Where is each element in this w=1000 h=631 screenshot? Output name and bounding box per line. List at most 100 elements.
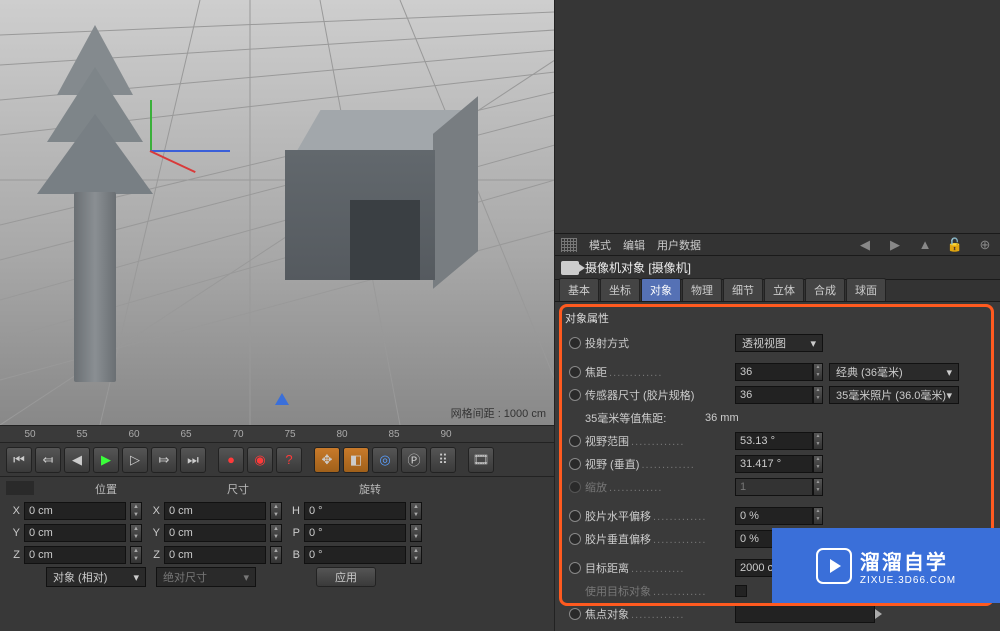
anim-dot[interactable] — [569, 533, 581, 545]
position-mode-dropdown[interactable]: 对象 (相对)▾ — [46, 567, 146, 587]
use-target-checkbox[interactable] — [735, 585, 747, 597]
focal-preset-dropdown[interactable]: 经典 (36毫米)▾ — [829, 363, 959, 381]
spinner[interactable]: ▲▼ — [270, 546, 282, 564]
object-title-row: 摄像机对象 [摄像机] — [555, 256, 1000, 280]
grid-icon — [561, 238, 577, 252]
equiv-focal-value: 36 mm — [703, 412, 739, 424]
tab-basic[interactable]: 基本 — [559, 278, 599, 301]
rot-h-input[interactable] — [304, 502, 406, 520]
size-z-input[interactable] — [164, 546, 266, 564]
keyframe-options-button[interactable]: ? — [276, 447, 302, 473]
spinner[interactable]: ▲▼ — [270, 502, 282, 520]
tab-details[interactable]: 细节 — [723, 278, 763, 301]
autokey-button[interactable]: ◉ — [247, 447, 273, 473]
anim-dot[interactable] — [569, 608, 581, 620]
render-button[interactable]: 🎞 — [468, 447, 494, 473]
attribute-tabs: 基本 坐标 对象 物理 细节 立体 合成 球面 — [555, 280, 1000, 302]
anim-dot[interactable] — [569, 458, 581, 470]
anim-dot[interactable] — [569, 389, 581, 401]
anim-dot[interactable] — [569, 337, 581, 349]
spinner[interactable]: ▲▼ — [130, 502, 142, 520]
section-title: 对象属性 — [565, 310, 994, 326]
apply-button[interactable]: 应用 — [316, 567, 376, 587]
tab-stereo[interactable]: 立体 — [764, 278, 804, 301]
nav-up-icon[interactable]: ▲ — [916, 237, 934, 253]
rotate-tool-button[interactable]: ◎ — [372, 447, 398, 473]
spinner[interactable]: ▲▼ — [813, 455, 823, 473]
prev-frame-button[interactable]: ◀ — [64, 447, 90, 473]
timeline-ruler[interactable]: 50 55 60 65 70 75 80 85 90 — [0, 425, 554, 443]
focal-length-input[interactable] — [735, 363, 813, 381]
focus-object-input[interactable] — [735, 605, 875, 623]
camera-icon — [561, 261, 579, 275]
goto-first-button[interactable]: ⏮ — [6, 447, 32, 473]
pos-z-input[interactable] — [24, 546, 126, 564]
goto-last-button[interactable]: ⏭ — [180, 447, 206, 473]
rot-p-input[interactable] — [304, 524, 406, 542]
sensor-size-input[interactable] — [735, 386, 813, 404]
play-button[interactable]: ▶ — [93, 447, 119, 473]
grid-spacing-label: 网格间距 : 1000 cm — [451, 405, 546, 421]
spinner[interactable]: ▲▼ — [410, 546, 422, 564]
projection-dropdown[interactable]: 透视视图▾ — [735, 334, 823, 352]
rot-b-input[interactable] — [304, 546, 406, 564]
tab-composite[interactable]: 合成 — [805, 278, 845, 301]
playback-bar: ⏮ ⤆ ◀ ▶ ▷ ⤇ ⏭ ● ◉ ? ✥ ◧ ◎ Ⓟ ⠿ 🎞 — [0, 443, 554, 477]
move-tool-button[interactable]: ✥ — [314, 447, 340, 473]
viewport-cursor-icon — [275, 393, 289, 405]
fov-v-input[interactable] — [735, 455, 813, 473]
lock-icon[interactable]: 🔓 — [946, 237, 964, 253]
attribute-header: 模式 编辑 用户数据 ◀ ▶ ▲ 🔓 ⊕ — [555, 234, 1000, 256]
menu-userdata[interactable]: 用户数据 — [657, 237, 701, 253]
pos-x-input[interactable] — [24, 502, 126, 520]
spinner[interactable]: ▲▼ — [270, 524, 282, 542]
spinner[interactable]: ▲▼ — [130, 546, 142, 564]
film-offset-h-input[interactable] — [735, 507, 813, 525]
next-frame-button[interactable]: ▷ — [122, 447, 148, 473]
menu-edit[interactable]: 编辑 — [623, 237, 645, 253]
object-title: 摄像机对象 [摄像机] — [585, 259, 691, 276]
size-mode-dropdown[interactable]: 绝对尺寸▾ — [156, 567, 256, 587]
tab-object[interactable]: 对象 — [641, 278, 681, 301]
next-key-button[interactable]: ⤇ — [151, 447, 177, 473]
pos-y-input[interactable] — [24, 524, 126, 542]
size-y-input[interactable] — [164, 524, 266, 542]
tab-coord[interactable]: 坐标 — [600, 278, 640, 301]
header-size: 尺寸 — [172, 481, 304, 497]
spinner[interactable]: ▲▼ — [813, 432, 823, 450]
spinner[interactable]: ▲▼ — [130, 524, 142, 542]
watermark-logo-icon — [816, 548, 852, 584]
spinner[interactable]: ▲▼ — [813, 386, 823, 404]
link-picker-icon[interactable] — [875, 609, 882, 619]
spinner[interactable]: ▲▼ — [813, 507, 823, 525]
nav-back-icon[interactable]: ◀ — [856, 237, 874, 253]
anim-dot[interactable] — [569, 366, 581, 378]
spinner[interactable]: ▲▼ — [813, 363, 823, 381]
cube-object[interactable] — [285, 110, 450, 300]
nav-fwd-icon[interactable]: ▶ — [886, 237, 904, 253]
pointlevel-button[interactable]: ⠿ — [430, 447, 456, 473]
object-manager-panel[interactable] — [555, 0, 1000, 234]
spinner[interactable]: ▲▼ — [410, 524, 422, 542]
anim-dot[interactable] — [569, 562, 581, 574]
tab-spherical[interactable]: 球面 — [846, 278, 886, 301]
anim-dot[interactable] — [569, 510, 581, 522]
tree-object[interactable] — [35, 25, 155, 405]
size-x-input[interactable] — [164, 502, 266, 520]
scale-tool-button[interactable]: ◧ — [343, 447, 369, 473]
spinner[interactable]: ▲▼ — [410, 502, 422, 520]
watermark: 溜溜自学 ZIXUE.3D66.COM — [772, 528, 1000, 603]
3d-viewport[interactable]: 网格间距 : 1000 cm — [0, 0, 554, 425]
tab-physical[interactable]: 物理 — [682, 278, 722, 301]
prev-key-button[interactable]: ⤆ — [35, 447, 61, 473]
anim-dot[interactable] — [569, 435, 581, 447]
menu-mode[interactable]: 模式 — [589, 237, 611, 253]
spinner: ▲▼ — [813, 478, 823, 496]
sensor-preset-dropdown[interactable]: 35毫米照片 (36.0毫米)▾ — [829, 386, 959, 404]
param-button[interactable]: Ⓟ — [401, 447, 427, 473]
menu-icon[interactable]: ⊕ — [976, 237, 994, 253]
fov-h-input[interactable] — [735, 432, 813, 450]
record-button[interactable]: ● — [218, 447, 244, 473]
header-position: 位置 — [40, 481, 172, 497]
panel-icon — [6, 481, 34, 495]
